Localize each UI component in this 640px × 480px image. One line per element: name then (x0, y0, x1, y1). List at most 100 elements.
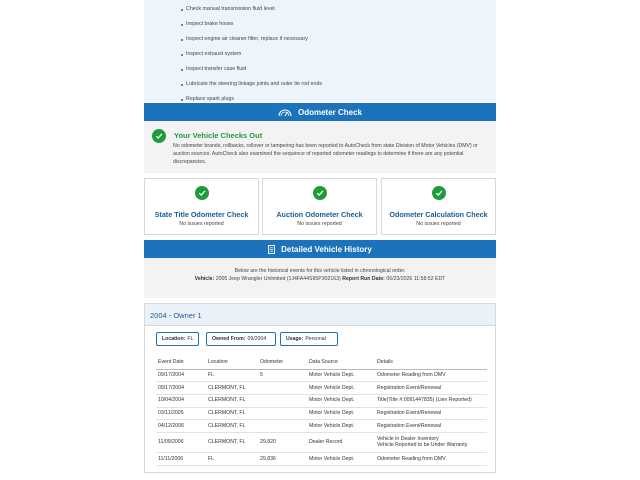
event-odometer: 29,836 (258, 452, 307, 466)
maintenance-list: Check manual transmission fluid level. I… (181, 6, 326, 111)
table-header-row: Event Date Location Odometer Data Source… (156, 356, 487, 370)
history-intro-panel: Below are the historical events for this… (144, 258, 496, 298)
column-header: Location (206, 356, 258, 370)
event-date: 04/12/2006 (156, 419, 206, 433)
event-details-line: Vehicle Reported to be Under Warranty (377, 442, 468, 449)
event-odometer (258, 394, 307, 408)
maintenance-item: Inspect exhaust system (181, 51, 326, 58)
check-circle-icon (312, 186, 327, 200)
odometer-calculation-card: Odometer Calculation Check No issues rep… (381, 178, 496, 235)
owned-from-label: Owned From: (212, 336, 246, 342)
history-intro-text: Below are the historical events for this… (234, 268, 406, 274)
usage-badge: Usage: Personal (280, 332, 338, 346)
location-label: Location: (162, 336, 186, 342)
document-icon (268, 244, 276, 254)
table-row: 09/17/2004 CLERMONT, FL Motor Vehicle De… (156, 381, 487, 395)
event-details: Registration Event/Renewal (375, 407, 487, 421)
event-details: Registration Event/Renewal (375, 381, 487, 395)
event-location: FL (206, 452, 258, 466)
odometer-check-header: Odometer Check (144, 103, 496, 121)
event-location: FL (206, 369, 258, 383)
event-source: Motor Vehicle Dept. (307, 452, 375, 466)
event-source: Motor Vehicle Dept. (307, 394, 375, 408)
card-title: Auction Odometer Check (276, 210, 363, 219)
section-title: Detailed Vehicle History (281, 244, 372, 254)
table-row: 09/17/2004 FL 5 Motor Vehicle Dept. Odom… (156, 369, 487, 383)
check-circle-icon (152, 129, 166, 143)
card-title: Odometer Calculation Check (389, 210, 488, 219)
auction-odometer-card: Auction Odometer Check No issues reporte… (262, 178, 377, 235)
location-value: FL (187, 336, 194, 342)
maintenance-item: Replace spark plugs (181, 96, 326, 103)
event-date: 10/04/2004 (156, 394, 206, 408)
event-location: CLERMONT, FL (206, 394, 258, 408)
maintenance-item: Inspect brake hoses (181, 21, 326, 28)
card-status: No issues reported (179, 221, 224, 227)
maintenance-schedule-box: Check manual transmission fluid level. I… (144, 0, 496, 102)
event-date: 09/17/2004 (156, 381, 206, 395)
state-title-odometer-card: State Title Odometer Check No issues rep… (144, 178, 259, 235)
owner-panel: 2004 - Owner 1 Location: FL Owned From: … (144, 303, 496, 473)
maintenance-item: Inspect transfer case fluid (181, 66, 326, 73)
usage-value: Personal (305, 336, 326, 342)
event-details: Registration Event/Renewal (375, 419, 487, 433)
column-header: Data Source (307, 356, 375, 370)
check-circle-icon (194, 186, 209, 200)
vehicle-info-line: Vehicle: 2005 Jeep Wrangler Unlimited (1… (144, 276, 496, 282)
event-details: Title(Title #:0091447835) (Lien Reported… (375, 394, 487, 408)
table-row: 04/12/2006 CLERMONT, FL Motor Vehicle De… (156, 419, 487, 433)
maintenance-item: Lubricate the steering linkage joints an… (181, 81, 326, 88)
event-odometer: 29,820 (258, 432, 307, 453)
speedometer-icon (278, 108, 292, 117)
card-status: No issues reported (416, 221, 461, 227)
checks-out-title: Your Vehicle Checks Out (174, 131, 263, 140)
owner-title: 2004 - Owner 1 (150, 311, 202, 320)
card-status: No issues reported (297, 221, 342, 227)
maintenance-item: Inspect engine air cleaner filter, repla… (181, 36, 326, 43)
checks-out-panel: Your Vehicle Checks Out No odometer bran… (144, 121, 496, 173)
owner-header: 2004 - Owner 1 (145, 304, 495, 326)
event-date: 11/11/2006 (156, 452, 206, 466)
location-badge: Location: FL (156, 332, 199, 346)
event-location: CLERMONT, FL (206, 432, 258, 453)
table-row: 10/04/2004 CLERMONT, FL Motor Vehicle De… (156, 394, 487, 408)
event-source: Motor Vehicle Dept. (307, 369, 375, 383)
event-location: CLERMONT, FL (206, 407, 258, 421)
owned-from-value: 09/2004 (247, 336, 267, 342)
event-details: Vehicle in Dealer Inventory Vehicle Repo… (375, 432, 487, 453)
event-date: 03/11/2005 (156, 407, 206, 421)
owned-from-badge: Owned From: 09/2004 (206, 332, 276, 346)
maintenance-item: Check manual transmission fluid level. (181, 6, 326, 13)
check-circle-icon (431, 186, 446, 200)
section-title: Odometer Check (297, 107, 363, 117)
vehicle-value: 2005 Jeep Wrangler Unlimited (1J4FA44S95… (215, 276, 341, 282)
usage-label: Usage: (286, 336, 304, 342)
event-source: Motor Vehicle Dept. (307, 381, 375, 395)
event-details: Odometer Reading from DMV (375, 452, 487, 466)
history-table: Event Date Location Odometer Data Source… (156, 356, 487, 466)
run-date-label: Report Run Date: (342, 276, 385, 282)
event-location: CLERMONT, FL (206, 381, 258, 395)
run-date-value: 06/23/2026 11:58:52 EDT (386, 276, 446, 282)
column-header: Details (375, 356, 487, 370)
column-header: Odometer (258, 356, 307, 370)
event-location: CLERMONT, FL (206, 419, 258, 433)
event-date: 11/09/2006 (156, 432, 206, 453)
table-row: 11/09/2006 CLERMONT, FL 29,820 Dealer Re… (156, 432, 487, 453)
table-row: 11/11/2006 FL 29,836 Motor Vehicle Dept.… (156, 452, 487, 466)
event-details: Odometer Reading from DMV (375, 369, 487, 383)
event-source: Motor Vehicle Dept. (307, 407, 375, 421)
column-header: Event Date (156, 356, 206, 370)
event-source: Motor Vehicle Dept. (307, 419, 375, 433)
event-odometer (258, 419, 307, 433)
event-odometer (258, 381, 307, 395)
vehicle-label: Vehicle: (194, 276, 215, 282)
vehicle-history-header: Detailed Vehicle History (144, 240, 496, 258)
table-row: 03/11/2005 CLERMONT, FL Motor Vehicle De… (156, 407, 487, 421)
card-title: State Title Odometer Check (154, 210, 249, 219)
checks-out-text: No odometer brands, rollbacks, rollover … (173, 143, 478, 165)
event-date: 09/17/2004 (156, 369, 206, 383)
event-source: Dealer Record (307, 432, 375, 453)
event-odometer (258, 407, 307, 421)
event-odometer: 5 (258, 369, 307, 383)
